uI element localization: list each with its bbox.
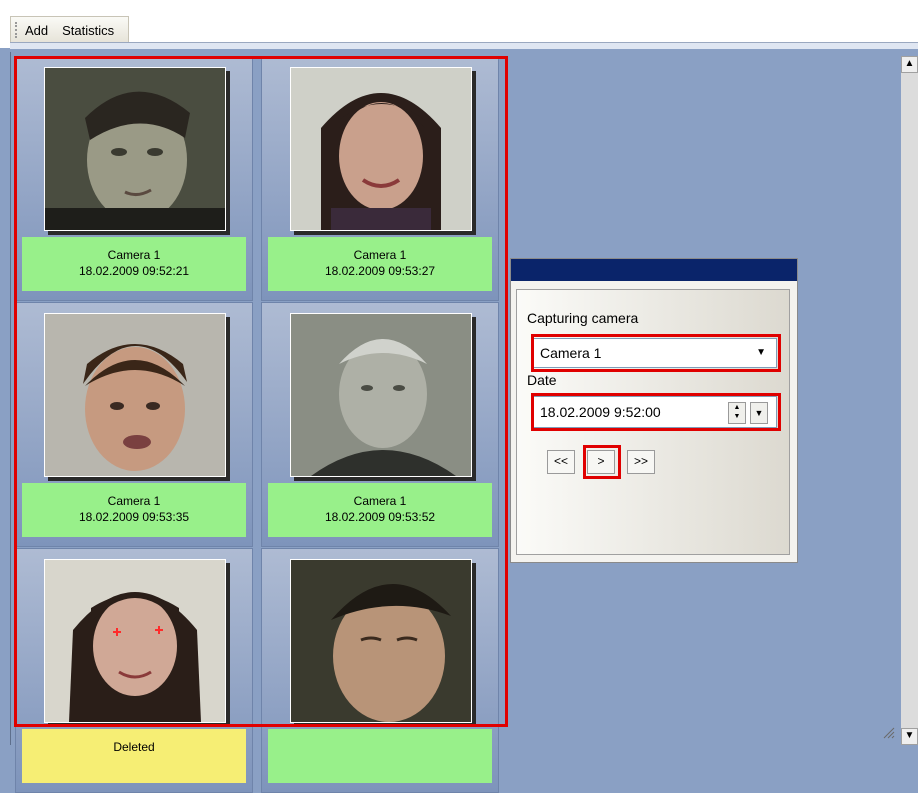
camera-name: Camera 1 [353,494,407,508]
face-tile[interactable]: Camera 1 18.02.2009 09:53:52 [261,302,499,547]
camera-name: Camera 1 [107,248,161,262]
face-photo[interactable] [44,67,226,231]
scroll-up-icon[interactable]: ▲ [901,56,918,73]
calendar-dropdown-icon[interactable]: ▼ [750,402,768,424]
panel-title-bar[interactable] [511,259,797,281]
face-photo[interactable] [290,67,472,231]
camera-select-value: Camera 1 [540,345,602,361]
face-tile[interactable]: Camera 1 18.02.2009 09:53:27 [261,56,499,301]
toolbar: Add Statistics [0,0,918,49]
tile-caption: Camera 1 18.02.2009 09:53:27 [268,237,492,291]
date-field[interactable]: 18.02.2009 9:52:00 ▲ ▼ ▼ [533,396,777,428]
next-page-button[interactable]: > [587,450,615,474]
filter-panel: Capturing camera Camera 1 ▼ Date 18.02.2… [510,258,798,563]
add-button[interactable]: Add [25,23,48,38]
chevron-down-icon[interactable]: ▼ [756,339,766,367]
face-tile[interactable]: Camera 1 18.02.2009 09:53:35 [15,302,253,547]
tile-caption: Camera 1 18.02.2009 09:52:21 [22,237,246,291]
capture-time: 18.02.2009 09:53:52 [324,510,436,524]
first-page-button[interactable]: << [547,450,575,474]
vertical-scrollbar[interactable]: ▲ ▼ [901,56,918,745]
deleted-label: Deleted [113,740,155,754]
tile-caption: Camera 1 18.02.2009 09:53:52 [268,483,492,537]
face-photo[interactable] [290,313,472,477]
statistics-button[interactable]: Statistics [62,23,114,38]
date-spinner-icon[interactable]: ▲ ▼ [728,402,746,424]
tile-caption-deleted: Deleted [22,729,246,783]
camera-name: Camera 1 [353,248,407,262]
tile-caption [268,729,492,783]
toolbar-grip-icon[interactable] [15,22,19,38]
scroll-down-icon[interactable]: ▼ [901,728,918,745]
resize-grip-icon[interactable] [882,726,896,740]
face-tile[interactable] [261,548,499,793]
date-label: Date [527,372,557,388]
face-photo[interactable] [44,313,226,477]
toolbar-separator [10,42,918,49]
camera-label: Capturing camera [527,310,639,326]
camera-select[interactable]: Camera 1 ▼ [533,338,777,368]
capture-time: 18.02.2009 09:52:21 [78,264,190,278]
camera-name: Camera 1 [107,494,161,508]
capture-time: 18.02.2009 09:53:35 [78,510,190,524]
tile-caption: Camera 1 18.02.2009 09:53:35 [22,483,246,537]
capture-time: 18.02.2009 09:53:27 [324,264,436,278]
face-photo[interactable] [44,559,226,723]
date-field-value: 18.02.2009 9:52:00 [540,404,661,420]
toolbar-strip: Add Statistics [10,16,130,43]
face-tile[interactable]: Camera 1 18.02.2009 09:52:21 [15,56,253,301]
last-page-button[interactable]: >> [627,450,655,474]
face-tile[interactable]: Deleted [15,548,253,793]
face-photo[interactable] [290,559,472,723]
filter-panel-body: Capturing camera Camera 1 ▼ Date 18.02.2… [516,289,790,555]
